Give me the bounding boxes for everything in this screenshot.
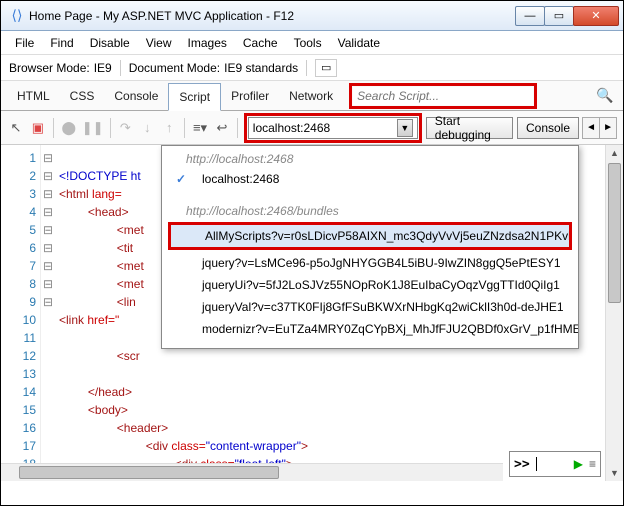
tab-console[interactable]: Console [104,83,168,109]
fold-gutter[interactable]: ⊟⊟⊟⊟⊟⊟⊟⊟⊟ [41,145,55,481]
select-element-icon[interactable]: ▣ [29,117,47,139]
line-number: 2 [1,167,36,185]
app-icon: ⟨⟩ [9,8,25,24]
separator [110,118,111,138]
menu-bar: File Find Disable View Images Cache Tool… [1,31,623,55]
minimize-button[interactable]: — [515,6,545,26]
window-controls: — ▭ ✕ [516,6,619,26]
line-number: 9 [1,293,36,311]
window-titlebar: ⟨⟩ Home Page - My ASP.NET MVC Applicatio… [1,1,623,31]
menu-disable[interactable]: Disable [84,34,136,52]
script-toolbar: ↖ ▣ ⬤ ❚❚ ↷ ↓ ↑ ≡▾ ↩ localhost:2468 ▼ Sta… [1,111,623,145]
scroll-up-icon[interactable]: ▲ [606,145,623,161]
line-number: 14 [1,383,36,401]
dropdown-item-highlight: AllMyScripts?v=r0sLDicvP58AIXN_mc3QdyVvV… [168,222,572,250]
menu-validate[interactable]: Validate [332,34,386,52]
window-title: Home Page - My ASP.NET MVC Application -… [29,9,516,23]
separator [237,118,238,138]
dropdown-item[interactable]: localhost:2468 [162,168,578,190]
vertical-scrollbar[interactable]: ▲ ▼ [605,145,623,481]
nav-prev-icon[interactable]: ◄ [582,117,600,139]
line-number: 6 [1,239,36,257]
format-icon[interactable]: ≡▾ [191,117,209,139]
search-icon[interactable]: 🔍 [593,84,617,108]
search-highlight [349,83,537,109]
menu-file[interactable]: File [9,34,40,52]
step-into-icon[interactable]: ↓ [138,117,156,139]
document-mode-value[interactable]: IE9 standards [224,61,298,75]
code-editor: 1 2 3 4 5 6 7 8 9 10 11 12 13 14 15 16 1… [1,145,623,481]
line-number: 17 [1,437,36,455]
tab-script[interactable]: Script [168,83,221,111]
search-input[interactable] [353,87,533,105]
dropdown-group-label: http://localhost:2468 [162,146,578,168]
menu-cache[interactable]: Cache [237,34,284,52]
multiline-icon[interactable]: ≡ [589,457,596,471]
scroll-thumb[interactable] [19,466,279,479]
maximize-button[interactable]: ▭ [544,6,574,26]
line-number: 8 [1,275,36,293]
nav-next-icon[interactable]: ► [599,117,617,139]
dropdown-item[interactable]: AllMyScripts?v=r0sLDicvP58AIXN_mc3QdyVvV… [171,225,569,247]
close-button[interactable]: ✕ [573,6,619,26]
console-prompt-bar[interactable]: >> ▶ ≡ [509,451,601,477]
line-number: 3 [1,185,36,203]
line-gutter: 1 2 3 4 5 6 7 8 9 10 11 12 13 14 15 16 1… [1,145,41,481]
line-number: 1 [1,149,36,167]
dropdown-item[interactable]: jquery?v=LsMCe96-p5oJgNHYGGB4L5iBU-9IwZI… [162,252,578,274]
step-over-icon[interactable]: ↷ [116,117,134,139]
menu-find[interactable]: Find [44,34,79,52]
stop-icon[interactable]: ⬤ [60,117,78,139]
script-file-dropdown[interactable]: localhost:2468 ▼ [248,117,418,139]
menu-images[interactable]: Images [182,34,233,52]
pointer-icon[interactable]: ↖ [7,117,25,139]
tab-network[interactable]: Network [279,83,343,109]
dropdown-item[interactable]: modernizr?v=EuTZa4MRY0ZqCYpBXj_MhJfFJU2Q… [162,318,578,340]
dropdown-group-label: http://localhost:2468/bundles [162,198,578,220]
tab-bar: HTML CSS Console Script Profiler Network… [1,81,623,111]
line-number: 4 [1,203,36,221]
scroll-thumb[interactable] [608,163,621,303]
line-number: 10 [1,311,36,329]
console-button[interactable]: Console [517,117,579,139]
horizontal-scrollbar[interactable] [1,463,503,481]
menu-view[interactable]: View [140,34,178,52]
tab-html[interactable]: HTML [7,83,60,109]
cursor [536,457,537,471]
script-dropdown-highlight: localhost:2468 ▼ [244,113,422,143]
nav-arrows: ◄ ► [583,117,617,139]
dropdown-item[interactable]: jqueryUi?v=5fJ2LoSJVz55NOpRoK1J8EuIbaCyO… [162,274,578,296]
script-dropdown-popup: http://localhost:2468 localhost:2468 htt… [161,145,579,349]
scroll-down-icon[interactable]: ▼ [606,465,623,481]
dropdown-item[interactable]: jqueryVal?v=c37TK0FIj8GfFSuBKWXrNHbgKq2w… [162,296,578,318]
tab-css[interactable]: CSS [60,83,105,109]
console-prompt: >> [514,457,530,472]
line-number: 5 [1,221,36,239]
separator [120,60,121,76]
chevron-down-icon[interactable]: ▼ [397,119,413,137]
line-number: 12 [1,347,36,365]
line-number: 13 [1,365,36,383]
pause-icon[interactable]: ❚❚ [82,117,104,139]
separator [306,60,307,76]
line-number: 15 [1,401,36,419]
pin-icon[interactable]: ▭ [315,59,337,77]
separator [184,118,185,138]
browser-mode-label: Browser Mode: [9,61,90,75]
start-debugging-button[interactable]: Start debugging [426,117,513,139]
dropdown-value: localhost:2468 [253,121,330,135]
line-number: 16 [1,419,36,437]
line-number: 7 [1,257,36,275]
tab-profiler[interactable]: Profiler [221,83,279,109]
wrap-icon[interactable]: ↩ [213,117,231,139]
mode-bar: Browser Mode: IE9 Document Mode: IE9 sta… [1,55,623,81]
line-number: 11 [1,329,36,347]
browser-mode-value[interactable]: IE9 [94,61,112,75]
menu-tools[interactable]: Tools [288,34,328,52]
separator [53,118,54,138]
step-out-icon[interactable]: ↑ [160,117,178,139]
run-icon[interactable]: ▶ [574,457,583,471]
document-mode-label: Document Mode: [129,61,220,75]
